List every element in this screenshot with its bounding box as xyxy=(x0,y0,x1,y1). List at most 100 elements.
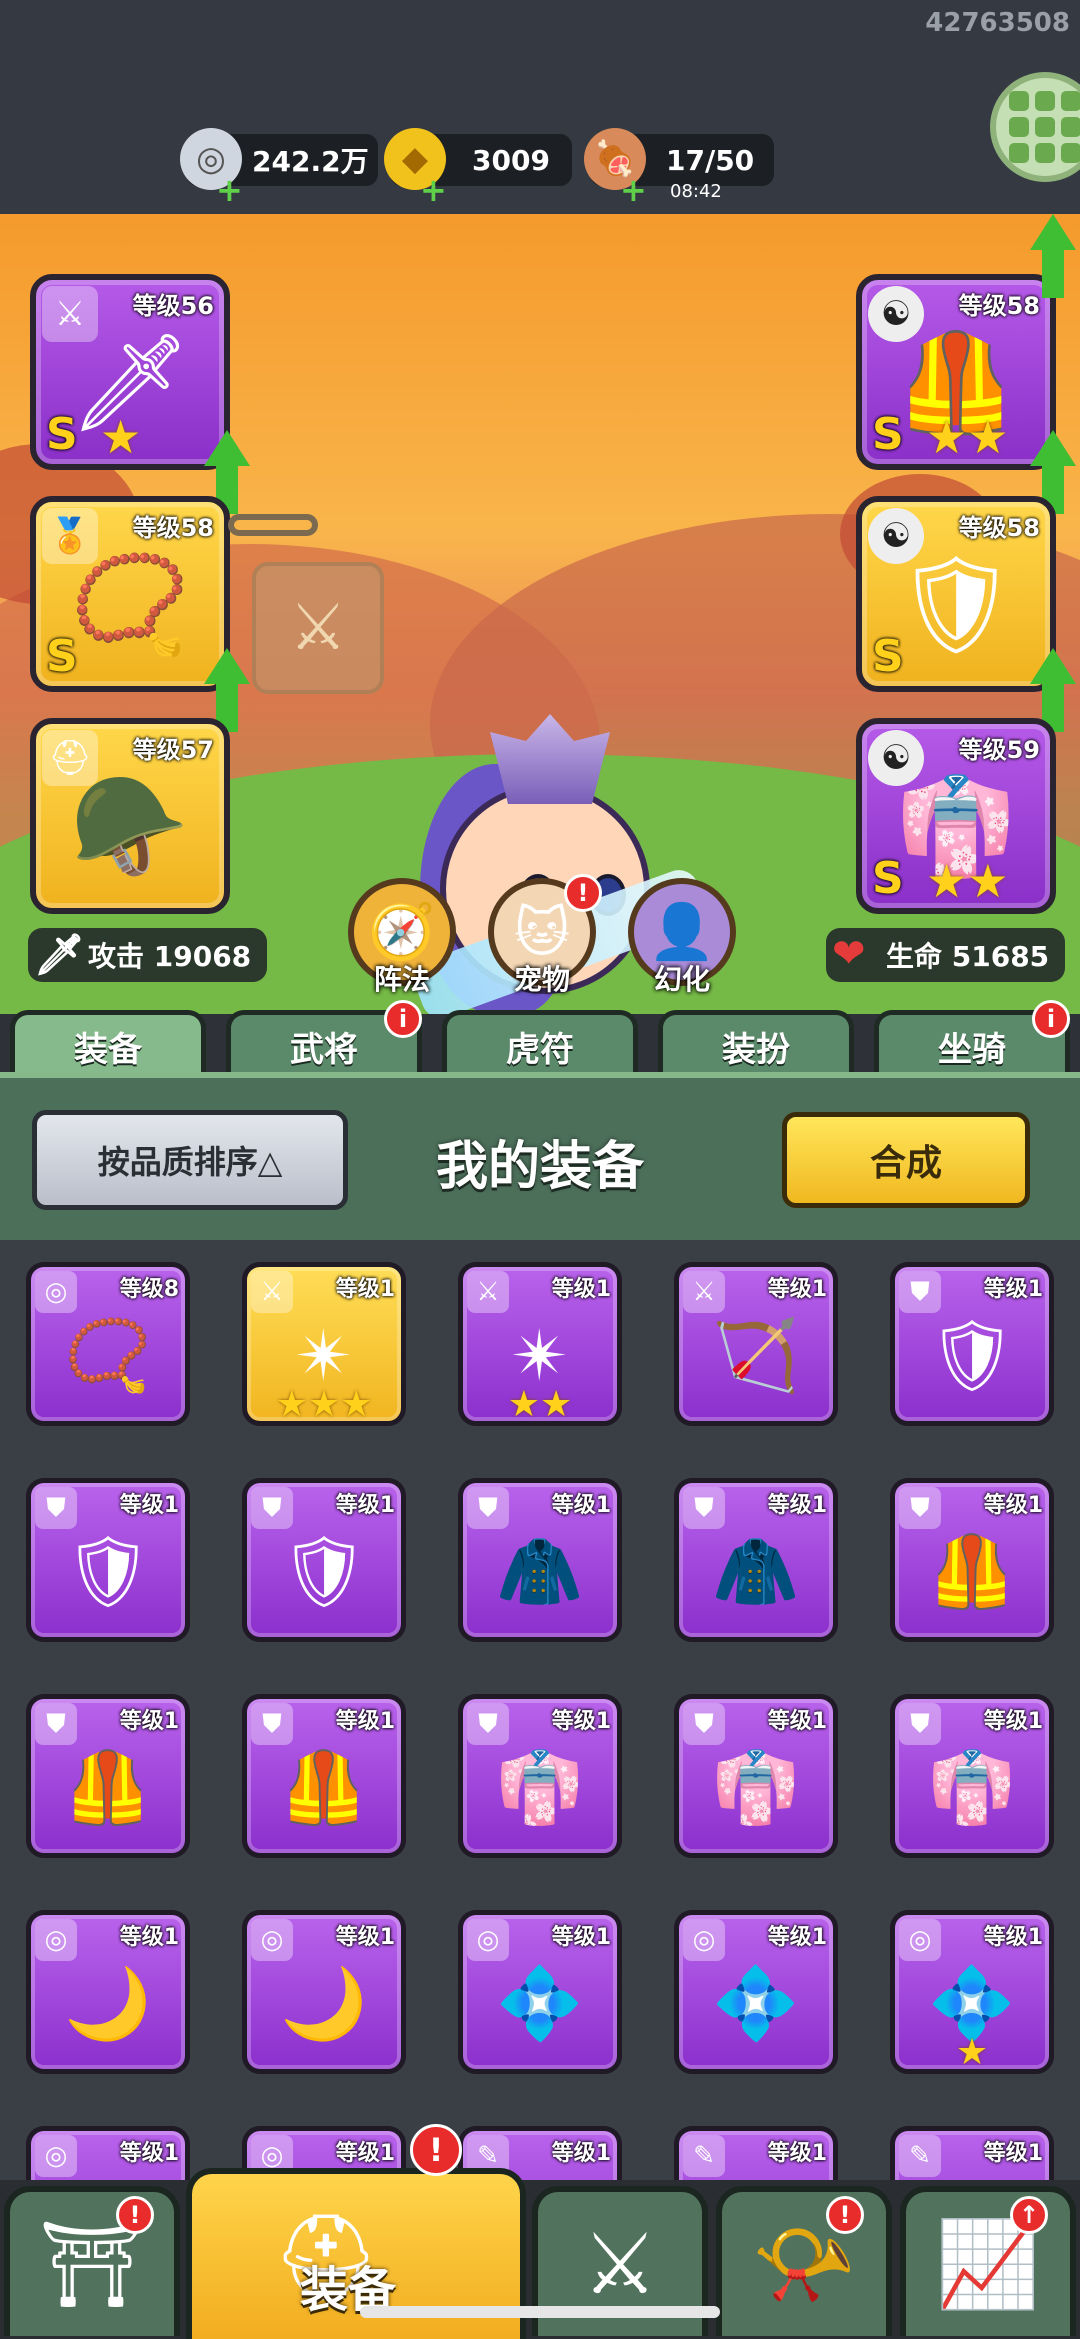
item-art-icon: 🧥 xyxy=(712,1530,800,1613)
compass-icon: 🧭 xyxy=(368,900,436,963)
home-indicator[interactable] xyxy=(360,2306,720,2318)
silver-value: 242.2万 xyxy=(252,145,369,178)
top-bar: 42763508 ◎ 242.2万 + ◆ 3009 + 🍖 17/50 + 0… xyxy=(0,0,1080,214)
inventory-item[interactable]: ⛊ 等级1 👘 xyxy=(890,1694,1054,1858)
item-type-icon: ◎ xyxy=(35,1919,77,1961)
slot-level: 等级59 xyxy=(958,736,1040,764)
item-art-icon: 🛡 xyxy=(927,1314,1017,1397)
inventory-item[interactable]: ⛊ 等级1 🦺 xyxy=(242,1694,406,1858)
main-menu-button[interactable] xyxy=(990,72,1080,182)
inventory-item[interactable]: ◎ 等级1 💠 xyxy=(674,1910,838,2074)
transform-label: 幻化 xyxy=(653,963,710,996)
item-type-icon: ✎ xyxy=(683,2135,725,2177)
item-level: 等级1 xyxy=(551,1709,611,1734)
item-stars: ★ xyxy=(955,2032,989,2073)
item-type-icon: ◎ xyxy=(899,1919,941,1961)
nav-upgrade[interactable]: 📈 xyxy=(900,2186,1076,2336)
spirit-icon: 👤 xyxy=(648,900,716,963)
nav-events[interactable]: 📯 xyxy=(716,2186,892,2336)
events-alert-badge: ! xyxy=(826,2196,864,2234)
inventory-item[interactable]: ◎ 等级8 📿 xyxy=(26,1262,190,1426)
inventory-item[interactable]: ⛊ 等级1 🦺 xyxy=(26,1694,190,1858)
belt-slot[interactable]: ☯ 等级58 🛡 S xyxy=(856,496,1056,692)
inventory-item[interactable]: ⛊ 等级1 👘 xyxy=(674,1694,838,1858)
add-gold-icon[interactable]: + xyxy=(420,174,447,206)
weapon-slot[interactable]: ⚔ 等级56 🗡 S ★ xyxy=(30,274,230,470)
silver-resource[interactable]: ◎ 242.2万 + xyxy=(180,128,378,206)
inventory-item[interactable]: ◎ 等级1 💠 ★ xyxy=(890,1910,1054,2074)
inventory-item[interactable]: ⛊ 等级1 🛡 xyxy=(26,1478,190,1642)
item-level: 等级1 xyxy=(335,1277,395,1302)
shop-alert-badge: ! xyxy=(116,2196,154,2234)
inventory-item[interactable]: ◎ 等级1 💠 xyxy=(458,1910,622,2074)
sort-by-quality-button[interactable]: 按品质排序△ xyxy=(32,1110,348,1210)
craft-button[interactable]: 合成 xyxy=(782,1112,1030,1208)
inventory-item[interactable]: ⛊ 等级1 🧥 xyxy=(458,1478,622,1642)
item-art-icon: 💠 xyxy=(496,1962,584,2045)
item-type-icon: ◎ xyxy=(35,2135,77,2177)
inventory-grid[interactable]: ◎ 等级8 📿 ⚔ 等级1 ✴ ★★★ ⚔ 等级1 ✴ ★★ ⚔ 等级1 🏹 ⛊ 等级1 🛡 ⛊ 等级1 🛡 ⛊ 等级1 🛡… xyxy=(0,1240,1080,2200)
item-level: 等级1 xyxy=(767,2141,827,2166)
inventory-item[interactable]: ⚔ 等级1 ✴ ★★★ xyxy=(242,1262,406,1426)
item-level: 等级1 xyxy=(551,2141,611,2166)
item-level: 等级1 xyxy=(119,1493,179,1518)
item-type-icon: ⛊ xyxy=(251,1703,293,1745)
gold-resource[interactable]: ◆ 3009 + xyxy=(384,128,572,206)
inventory-item[interactable]: ⛊ 等级1 🧥 xyxy=(674,1478,838,1642)
attack-sword-icon: 🗡 xyxy=(34,932,85,978)
inventory-item[interactable]: ⛊ 等级1 👘 xyxy=(458,1694,622,1858)
tab-costume[interactable]: 装扮 xyxy=(658,1010,854,1078)
item-level: 等级1 xyxy=(119,1709,179,1734)
nav-shop[interactable]: ⛩ xyxy=(4,2186,180,2336)
slot-level: 等级58 xyxy=(132,514,214,542)
add-stamina-icon[interactable]: + xyxy=(620,174,647,206)
item-type-icon: ⚔ xyxy=(251,1271,293,1313)
item-stars: ★★★ xyxy=(275,1384,373,1425)
item-art-icon: 🦺 xyxy=(928,1530,1016,1613)
item-art-icon: 🌙 xyxy=(280,1962,368,2045)
item-type-icon: ⛊ xyxy=(683,1703,725,1745)
slot-grade: S xyxy=(872,631,904,682)
armor-slot[interactable]: ☯ 等级58 🦺 S ★★ xyxy=(856,274,1056,470)
inventory-item[interactable]: ⛊ 等级1 🛡 xyxy=(242,1478,406,1642)
slot-level: 等级56 xyxy=(132,292,214,320)
inventory-item[interactable]: ⛊ 等级1 🛡 xyxy=(890,1262,1054,1426)
item-level: 等级1 xyxy=(551,1493,611,1518)
user-id: 42763508 xyxy=(925,8,1070,38)
inventory-header: 按品质排序△ 我的装备 合成 xyxy=(0,1072,1080,1240)
tab-equipment[interactable]: 装备 xyxy=(10,1010,206,1078)
heart-icon: ❤ xyxy=(832,931,866,977)
locked-weapon-slot[interactable]: ⚔ xyxy=(252,562,384,694)
amulet-slot[interactable]: 🏅 等级58 📿 S xyxy=(30,496,230,692)
item-stars: ★★ xyxy=(507,1384,573,1425)
stamina-resource[interactable]: 🍖 17/50 + 08:42 xyxy=(584,128,774,206)
inventory-item[interactable]: ⚔ 等级1 🏹 xyxy=(674,1262,838,1426)
item-type-icon: ⛊ xyxy=(899,1487,941,1529)
page-title: 我的装备 xyxy=(435,1137,644,1197)
helmet-slot[interactable]: ⛑ 等级57 🪖 xyxy=(30,718,230,914)
generals-info-badge: i xyxy=(384,1000,422,1038)
add-silver-icon[interactable]: + xyxy=(216,174,243,206)
slot-stars: ★★ xyxy=(926,410,1009,464)
item-level: 等级1 xyxy=(983,2141,1043,2166)
item-type-icon: ◎ xyxy=(35,1271,77,1313)
tab-tiger-tally[interactable]: 虎符 xyxy=(442,1010,638,1078)
inventory-item[interactable]: ⚔ 等级1 ✴ ★★ xyxy=(458,1262,622,1426)
inventory-item[interactable]: ⛊ 等级1 🦺 xyxy=(890,1478,1054,1642)
item-type-icon: ⛊ xyxy=(467,1703,509,1745)
item-level: 等级1 xyxy=(767,1277,827,1302)
item-level: 等级8 xyxy=(119,1277,179,1302)
inventory-item[interactable]: ◎ 等级1 🌙 xyxy=(242,1910,406,2074)
item-level: 等级1 xyxy=(119,1925,179,1950)
stamina-value: 17/50 xyxy=(666,143,755,177)
boots-slot[interactable]: ☯ 等级59 👘 S ★★ xyxy=(856,718,1056,914)
item-art-icon: 👘 xyxy=(496,1746,584,1829)
inventory-item[interactable]: ◎ 等级1 🌙 xyxy=(26,1910,190,2074)
slot-grade: S xyxy=(46,631,78,682)
shoulder-armor-icon: 🛡 xyxy=(895,548,1017,661)
item-art-icon: 👘 xyxy=(712,1746,800,1829)
crossed-swords-icon: ⚔ xyxy=(582,2215,658,2313)
crown-icon xyxy=(490,714,610,804)
attack-value: 攻击 19068 xyxy=(88,940,252,973)
item-art-icon: 💠 xyxy=(712,1962,800,2045)
